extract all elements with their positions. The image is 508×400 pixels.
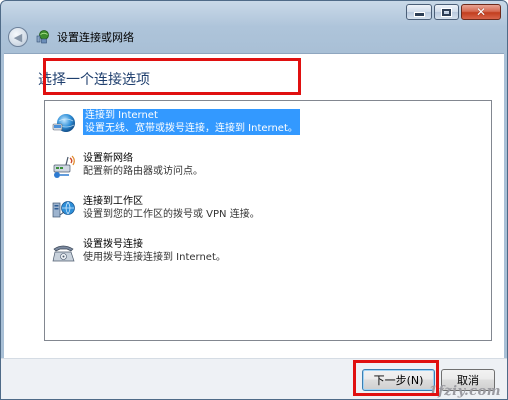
back-arrow-icon: ◀ (13, 30, 23, 44)
caption-buttons: ✕ (406, 4, 501, 20)
close-icon: ✕ (475, 5, 487, 19)
setup-connection-window: ✕ ◀ 设置连接或网络 选择一个连接选项 连接到 Internet 设置无线、宽… (0, 0, 508, 400)
option-text: 设置拨号连接 使用拨号连接连接到 Internet。 (83, 238, 226, 264)
option-connect-internet[interactable]: 连接到 Internet 设置无线、宽带或拨号连接，连接到 Internet。 (49, 107, 487, 141)
maximize-button[interactable] (434, 4, 459, 20)
option-description: 设置无线、宽带或拨号连接，连接到 Internet。 (85, 123, 298, 134)
option-text: 连接到工作区 设置到您的工作区的拨号或 VPN 连接。 (83, 195, 260, 221)
option-title: 连接到 Internet (85, 110, 158, 121)
minimize-button[interactable] (406, 4, 432, 20)
connection-options-list: 连接到 Internet 设置无线、宽带或拨号连接，连接到 Internet。 (44, 100, 492, 341)
maximize-icon (441, 7, 452, 17)
router-setup-icon (51, 154, 77, 180)
globe-network-icon (51, 111, 77, 137)
close-button[interactable]: ✕ (461, 4, 501, 20)
next-button[interactable]: 下一步(N) (362, 369, 435, 391)
minimize-icon (413, 12, 425, 17)
option-text: 设置新网络 配置新的路由器或访问点。 (83, 152, 203, 178)
option-setup-new-network[interactable]: 设置新网络 配置新的路由器或访问点。 (49, 150, 487, 184)
workplace-network-icon (51, 197, 77, 223)
option-setup-dialup[interactable]: 设置拨号连接 使用拨号连接连接到 Internet。 (49, 236, 487, 270)
option-title: 设置新网络 (83, 153, 133, 164)
wizard-content: 选择一个连接选项 连接到 Internet 设置无线、宽带或拨号连接，连接到 I… (4, 53, 504, 358)
dialup-phone-icon (51, 240, 77, 266)
wizard-footer: 下一步(N) 取消 1fziy.com (1, 358, 507, 399)
option-title: 连接到工作区 (83, 196, 143, 207)
watermark: 1fziy.com (428, 384, 501, 399)
option-description: 配置新的路由器或访问点。 (83, 166, 203, 177)
page-heading: 选择一个连接选项 (38, 72, 150, 88)
option-text: 连接到 Internet 设置无线、宽带或拨号连接，连接到 Internet。 (83, 109, 300, 135)
option-description: 设置到您的工作区的拨号或 VPN 连接。 (83, 209, 260, 220)
option-title: 设置拨号连接 (83, 239, 143, 250)
option-description: 使用拨号连接连接到 Internet。 (83, 252, 226, 263)
navigation-bar: ◀ 设置连接或网络 (1, 23, 507, 51)
back-button[interactable]: ◀ (8, 27, 28, 47)
window-title: 设置连接或网络 (57, 31, 134, 44)
option-connect-workplace[interactable]: 连接到工作区 设置到您的工作区的拨号或 VPN 连接。 (49, 193, 487, 227)
network-wizard-icon (35, 29, 51, 45)
